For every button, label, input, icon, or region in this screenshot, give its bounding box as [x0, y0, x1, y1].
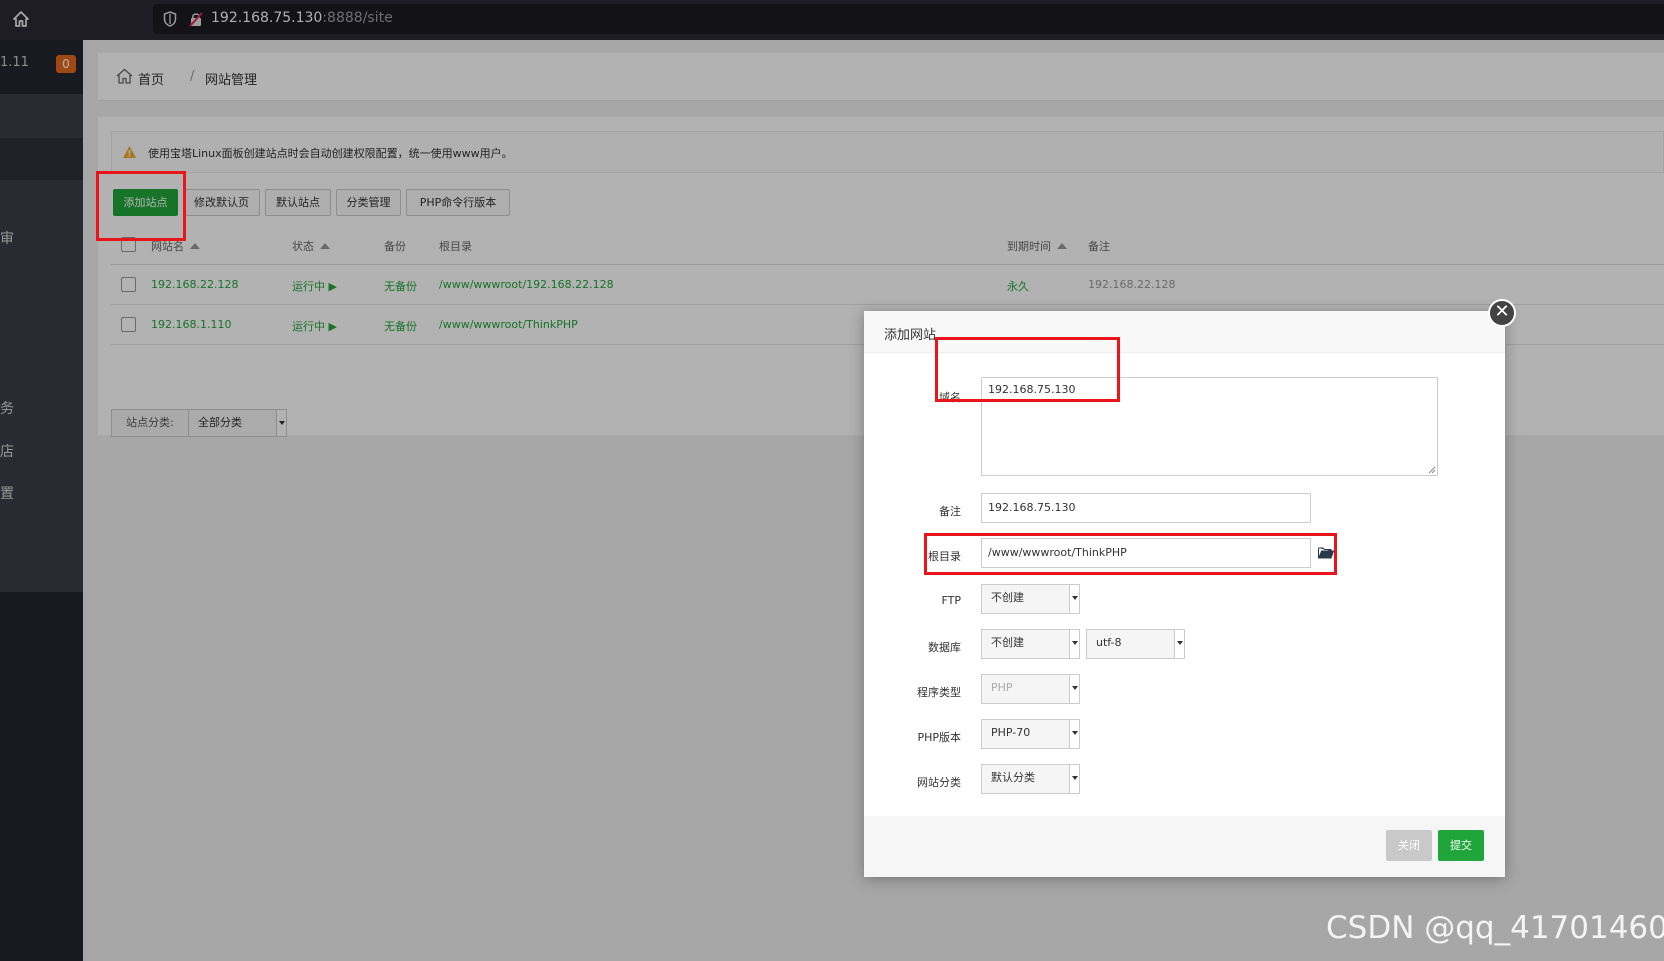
chevron-down-icon	[1069, 765, 1079, 793]
note-input[interactable]: 192.168.75.130	[981, 493, 1311, 523]
chevron-down-icon	[1069, 585, 1079, 613]
chevron-down-icon	[1069, 720, 1079, 748]
chevron-down-icon	[1174, 630, 1184, 658]
note-label: 备注	[939, 505, 961, 518]
site-category-select[interactable]: 默认分类	[981, 764, 1080, 794]
ftp-select[interactable]: 不创建	[981, 584, 1080, 614]
submit-button[interactable]: 提交	[1438, 830, 1484, 861]
chevron-down-icon	[1069, 630, 1079, 658]
close-icon[interactable]: ✕	[1488, 299, 1516, 327]
db-charset-select[interactable]: utf-8	[1086, 629, 1185, 659]
ftp-label: FTP	[941, 594, 962, 607]
site-category-label: 网站分类	[917, 776, 961, 789]
php-version-select[interactable]: PHP-70	[981, 719, 1080, 749]
database-select[interactable]: 不创建	[981, 629, 1080, 659]
dialog-footer: 关闭 提交	[864, 816, 1505, 877]
resize-grip-icon[interactable]	[1428, 466, 1436, 474]
dialog-body: 域名 192.168.75.130 备注 192.168.75.130 根目录 …	[864, 353, 1505, 816]
annotation-box	[924, 533, 1337, 575]
program-type-select[interactable]: PHP	[981, 674, 1080, 704]
chevron-down-icon	[1069, 675, 1079, 703]
database-label: 数据库	[928, 641, 961, 654]
close-button[interactable]: 关闭	[1386, 830, 1432, 861]
watermark: CSDN @qq_41701460	[1326, 910, 1664, 946]
annotation-box	[935, 337, 1120, 402]
php-version-label: PHP版本	[917, 731, 961, 744]
dialog-title: 添加网站	[884, 328, 937, 343]
annotation-box	[96, 171, 186, 241]
program-type-label: 程序类型	[917, 686, 961, 699]
